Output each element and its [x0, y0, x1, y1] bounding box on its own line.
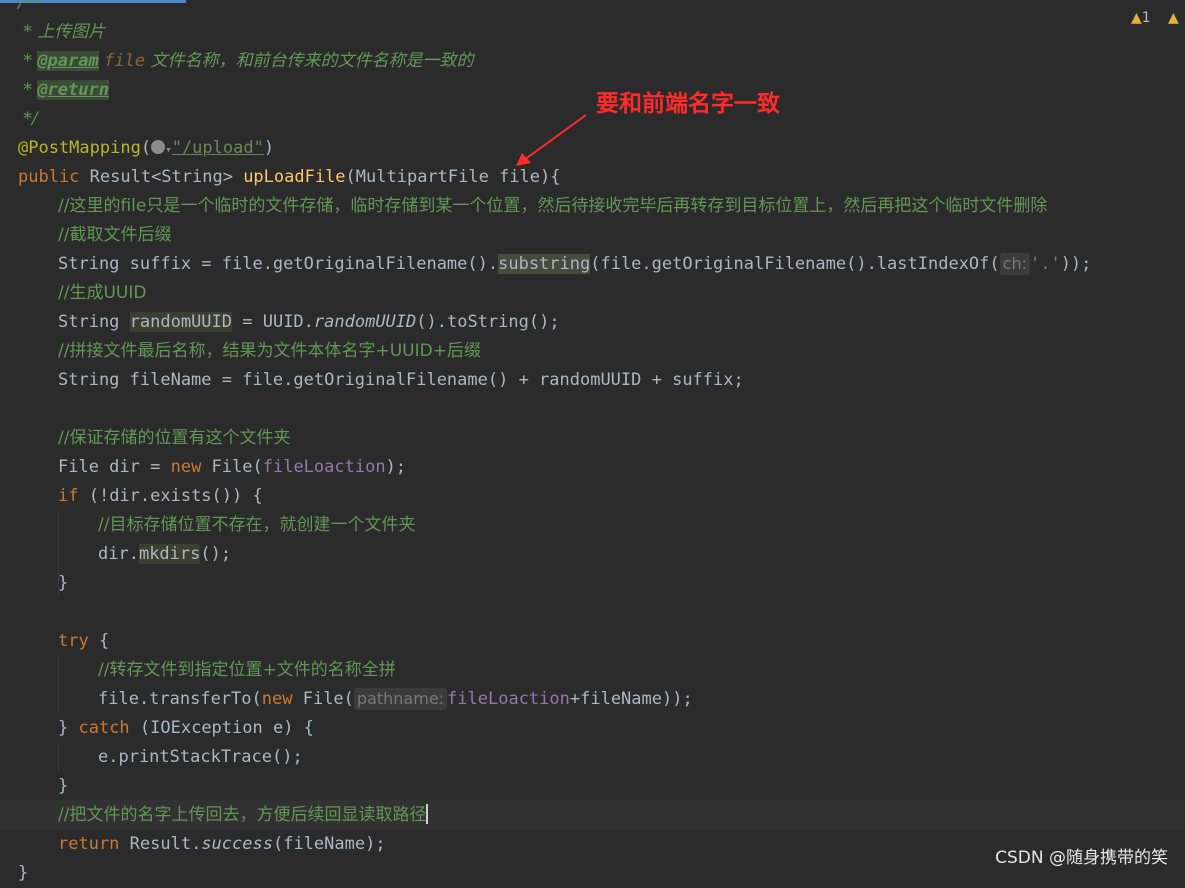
annotation-arrow	[516, 114, 587, 166]
watermark: CSDN @随身携带的笑	[995, 848, 1168, 868]
code-editor[interactable]: /** * 上传图片 * @param file 文件名称，和前台传来的文件名称…	[0, 0, 1185, 883]
